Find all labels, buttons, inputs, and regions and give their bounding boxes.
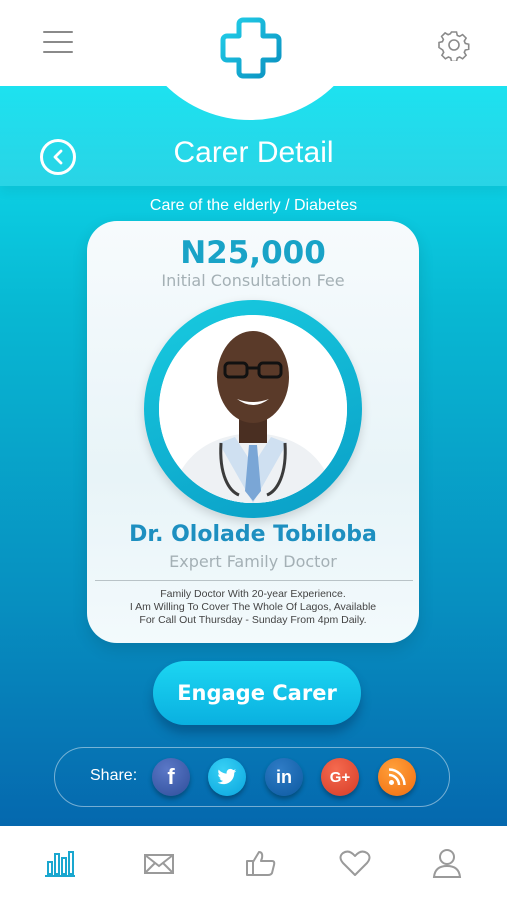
mail-icon[interactable] xyxy=(143,848,175,878)
carer-name: Dr. Ololade Tobiloba xyxy=(129,522,377,547)
stats-icon[interactable] xyxy=(44,848,76,878)
doctor-portrait-image xyxy=(159,315,347,503)
card-divider xyxy=(95,580,413,581)
consultation-fee-label: Initial Consultation Fee xyxy=(161,271,345,290)
gear-icon[interactable] xyxy=(438,29,470,61)
twitter-icon[interactable] xyxy=(208,758,246,796)
bio-line: I Am Willing To Cover The Whole Of Lagos… xyxy=(129,601,377,613)
heart-icon[interactable] xyxy=(339,848,371,878)
consultation-fee: N25,000 xyxy=(180,235,326,271)
avatar xyxy=(159,315,347,503)
bottom-navigation xyxy=(0,826,507,900)
carer-bio: Family Doctor With 20-year Experience. I… xyxy=(97,588,409,627)
hamburger-menu-icon[interactable] xyxy=(43,31,73,55)
facebook-icon[interactable]: f xyxy=(152,758,190,796)
google-plus-icon[interactable]: G+ xyxy=(321,758,359,796)
carer-detail-screen: Carer Detail Care of the elderly / Diabe… xyxy=(0,86,507,826)
engage-carer-button[interactable]: Engage Carer xyxy=(153,661,361,725)
carer-role: Expert Family Doctor xyxy=(169,552,337,571)
rss-icon[interactable] xyxy=(378,758,416,796)
page-title: Carer Detail xyxy=(173,136,334,169)
twitter-bird-glyph xyxy=(217,768,237,785)
specialty-subtitle: Care of the elderly / Diabetes xyxy=(149,197,358,214)
rss-glyph xyxy=(388,768,406,786)
profile-icon[interactable] xyxy=(431,848,463,878)
avatar-ring xyxy=(144,300,362,518)
carer-card: N25,000 Initial Consultation Fee Dr. Olo… xyxy=(87,221,419,643)
share-label: Share: xyxy=(90,767,138,784)
bio-line: Family Doctor With 20-year Experience. xyxy=(160,588,346,600)
bio-line: For Call Out Thursday - Sunday From 4pm … xyxy=(139,614,367,626)
share-bar: Share: f in G+ xyxy=(54,747,450,807)
medical-cross-logo-icon xyxy=(220,17,282,79)
thumbs-up-icon[interactable] xyxy=(245,848,277,878)
linkedin-icon[interactable]: in xyxy=(265,758,303,796)
